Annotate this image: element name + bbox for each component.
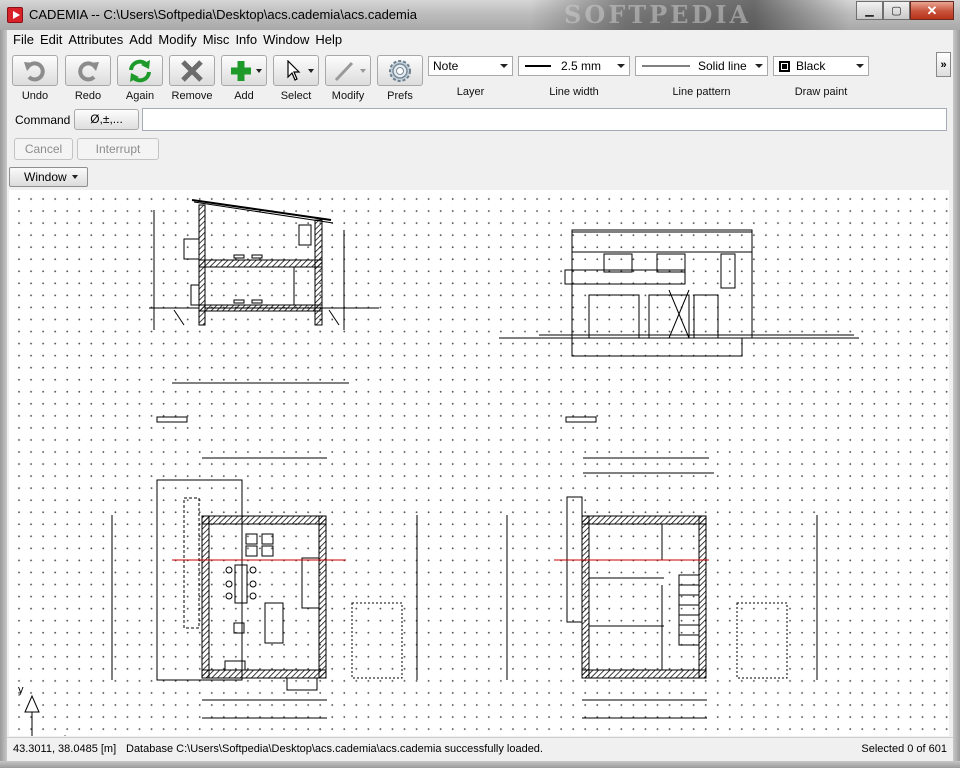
modify-label: Modify bbox=[331, 90, 365, 102]
window-dropdown-button[interactable]: Window bbox=[9, 167, 88, 187]
floor-plan-right bbox=[506, 496, 818, 719]
layer-value: Note bbox=[433, 59, 459, 73]
command-row: Command Ø,±,... bbox=[7, 108, 953, 134]
symbols-button[interactable]: Ø,±,... bbox=[74, 109, 139, 130]
minimize-button[interactable]: ▁ bbox=[856, 1, 883, 20]
maximize-button[interactable]: ▢ bbox=[883, 1, 910, 20]
menu-modify[interactable]: Modify bbox=[155, 30, 199, 50]
line-width-value: 2.5 mm bbox=[561, 59, 602, 73]
redo-button[interactable]: Redo bbox=[65, 55, 111, 102]
remove-icon bbox=[181, 59, 203, 82]
cancel-button[interactable]: Cancel bbox=[14, 138, 73, 160]
window-title: CADEMIA -- C:\Users\Softpedia\Desktop\ac… bbox=[29, 7, 417, 22]
add-button[interactable]: Add bbox=[221, 55, 267, 102]
color-swatch-icon bbox=[779, 60, 790, 72]
toolbar: Undo Redo Again Remove Add Select Modify… bbox=[7, 52, 953, 102]
menu-bar: File Edit Attributes Add Modify Misc Inf… bbox=[7, 30, 953, 50]
layer-select[interactable]: Note bbox=[428, 56, 513, 76]
menu-info[interactable]: Info bbox=[232, 30, 260, 50]
menu-attributes[interactable]: Attributes bbox=[65, 30, 126, 50]
again-button[interactable]: Again bbox=[117, 55, 163, 102]
window-border-right bbox=[953, 30, 960, 768]
chevron-down-icon bbox=[751, 57, 767, 75]
draw-paint-label: Draw paint bbox=[794, 86, 848, 98]
menu-help[interactable]: Help bbox=[312, 30, 345, 50]
client-area: File Edit Attributes Add Modify Misc Inf… bbox=[7, 30, 953, 761]
cad-drawing bbox=[24, 199, 859, 736]
remove-label: Remove bbox=[171, 90, 213, 102]
close-button[interactable]: ✕ bbox=[910, 1, 954, 20]
again-label: Again bbox=[125, 90, 155, 102]
redo-label: Redo bbox=[74, 90, 102, 102]
redo-icon bbox=[78, 60, 99, 81]
line-pattern-select[interactable]: Solid line bbox=[635, 56, 768, 76]
menu-misc[interactable]: Misc bbox=[200, 30, 233, 50]
line-pattern-label: Line pattern bbox=[672, 86, 731, 98]
y-axis-label: y bbox=[18, 684, 24, 696]
interrupt-button[interactable]: Interrupt bbox=[77, 138, 159, 160]
chevron-down-icon bbox=[496, 57, 512, 75]
app-icon bbox=[7, 7, 23, 23]
select-button[interactable]: Select bbox=[273, 55, 319, 102]
cursor-icon bbox=[287, 59, 301, 81]
toolbar-overflow-button[interactable]: » bbox=[936, 52, 951, 77]
chevron-down-icon bbox=[71, 175, 78, 179]
window-controls: ▁ ▢ ✕ bbox=[856, 1, 954, 20]
chevron-down-icon bbox=[360, 69, 366, 73]
add-label: Add bbox=[234, 90, 254, 102]
status-message: Database C:\Users\Softpedia\Desktop\acs.… bbox=[126, 743, 543, 755]
line-pattern-value: Solid line bbox=[698, 59, 747, 73]
again-icon bbox=[129, 59, 151, 82]
title-bar: SOFTPEDIA CADEMIA -- C:\Users\Softpedia\… bbox=[0, 0, 960, 30]
menu-window[interactable]: Window bbox=[260, 30, 312, 50]
window-border-bottom bbox=[0, 761, 960, 768]
undo-label: Undo bbox=[21, 90, 49, 102]
command-input[interactable] bbox=[142, 108, 947, 131]
plus-icon bbox=[231, 60, 251, 81]
section-view bbox=[149, 199, 379, 384]
axis-indicator bbox=[24, 694, 67, 736]
draw-paint-value: Black bbox=[796, 59, 826, 73]
draw-paint-select[interactable]: Black bbox=[773, 56, 869, 76]
select-label: Select bbox=[280, 90, 312, 102]
floor-plan-left bbox=[111, 479, 418, 719]
menu-add[interactable]: Add bbox=[126, 30, 155, 50]
chevron-down-icon bbox=[308, 69, 314, 73]
selection-count: Selected 0 of 601 bbox=[861, 743, 947, 755]
chevron-down-icon bbox=[852, 57, 868, 75]
line-width-label: Line width bbox=[549, 86, 599, 98]
menu-file[interactable]: File bbox=[10, 30, 37, 50]
prefs-label: Prefs bbox=[387, 90, 413, 102]
line-width-icon bbox=[525, 65, 551, 67]
chevron-down-icon bbox=[256, 69, 262, 73]
title-watermark: SOFTPEDIA bbox=[530, 0, 850, 30]
drawing-canvas[interactable]: y x bbox=[9, 190, 949, 736]
remove-button[interactable]: Remove bbox=[169, 55, 215, 102]
window-dropdown-label: Window bbox=[24, 170, 67, 184]
undo-button[interactable]: Undo bbox=[12, 55, 58, 102]
line-pattern-icon bbox=[642, 65, 690, 67]
cursor-coordinates: 43.3011, 38.0485 [m] bbox=[13, 743, 117, 755]
prefs-button[interactable]: Prefs bbox=[377, 55, 423, 102]
menu-edit[interactable]: Edit bbox=[37, 30, 65, 50]
layer-label: Layer bbox=[456, 86, 485, 98]
gear-icon bbox=[389, 59, 411, 82]
chevron-down-icon bbox=[613, 57, 629, 75]
window-border-left bbox=[0, 30, 7, 768]
command-label: Command bbox=[15, 113, 71, 127]
status-bar: 43.3011, 38.0485 [m] Database C:\Users\S… bbox=[7, 737, 953, 761]
undo-icon bbox=[24, 60, 45, 81]
elevation-view bbox=[499, 229, 859, 357]
pencil-icon bbox=[334, 61, 354, 81]
modify-button[interactable]: Modify bbox=[325, 55, 371, 102]
line-width-select[interactable]: 2.5 mm bbox=[518, 56, 630, 76]
